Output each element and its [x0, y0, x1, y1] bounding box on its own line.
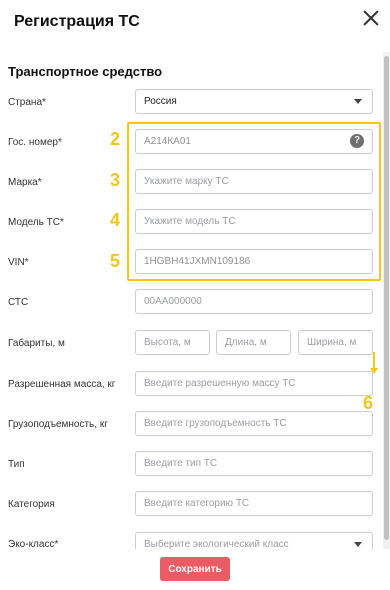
modal-title: Регистрация ТС — [14, 13, 140, 30]
vin-label: VIN* — [8, 257, 29, 268]
close-icon[interactable] — [360, 7, 382, 29]
plate-value: А214КА01 — [144, 136, 191, 147]
category-label: Категория — [8, 499, 55, 510]
type-label: Тип — [8, 459, 25, 470]
chevron-down-icon — [354, 99, 362, 104]
sts-input[interactable]: 00АА000000 — [135, 289, 373, 314]
arrow-down-icon — [370, 368, 378, 374]
width-input[interactable]: Ширина, м — [298, 330, 373, 355]
plate-label: Гос. номер* — [8, 137, 62, 148]
annotation-4: 4 — [110, 210, 121, 230]
help-icon[interactable]: ? — [350, 134, 364, 148]
model-input[interactable]: Укажите модель ТС — [135, 209, 373, 234]
annotation-3: 3 — [110, 170, 121, 190]
country-label: Страна* — [8, 97, 46, 108]
dimensions-label: Габариты, м — [8, 338, 65, 349]
section-title: Транспортное средство — [8, 64, 163, 79]
annotation-5: 5 — [110, 251, 121, 271]
chevron-down-icon — [354, 542, 362, 547]
country-select[interactable]: Россия — [135, 89, 373, 114]
form-body[interactable]: Транспортное средство Страна* Россия Гос… — [0, 52, 383, 549]
vin-input[interactable]: 1HGBH41JXMN109186 — [135, 249, 373, 274]
eco-class-placeholder: Выберите экологический класс — [144, 539, 289, 549]
annotation-2: 2 — [110, 129, 121, 149]
brand-label: Марка* — [8, 177, 42, 188]
save-button[interactable]: Сохранить — [160, 557, 230, 581]
eco-class-label: Эко-класс* — [8, 539, 59, 549]
eco-class-select[interactable]: Выберите экологический класс — [135, 532, 373, 549]
brand-input[interactable]: Укажите марку ТС — [135, 169, 373, 194]
height-input[interactable]: Высота, м — [135, 330, 210, 355]
plate-input[interactable]: А214КА01 ? — [135, 129, 373, 154]
scrollbar[interactable] — [383, 52, 390, 549]
model-label: Модель ТС* — [8, 217, 64, 228]
allowed-mass-label: Разрешенная масса, кг — [8, 379, 116, 390]
scroll-thumb[interactable] — [384, 56, 389, 540]
country-value: Россия — [144, 96, 177, 107]
annotation-6: 6 — [363, 393, 374, 413]
modal-footer: Сохранить — [0, 549, 390, 590]
length-input[interactable]: Длина, м — [216, 330, 291, 355]
allowed-mass-input[interactable]: Введите разрешенную массу ТС — [135, 371, 373, 396]
modal-header: Регистрация ТС — [0, 0, 390, 52]
capacity-label: Грузоподъемность, кг — [8, 419, 108, 430]
capacity-input[interactable]: Введите грузоподъемность ТС — [135, 411, 373, 436]
sts-label: СТС — [8, 297, 29, 308]
category-input[interactable]: Введите категорию ТС — [135, 491, 373, 516]
type-input[interactable]: Введите тип ТС — [135, 451, 373, 476]
